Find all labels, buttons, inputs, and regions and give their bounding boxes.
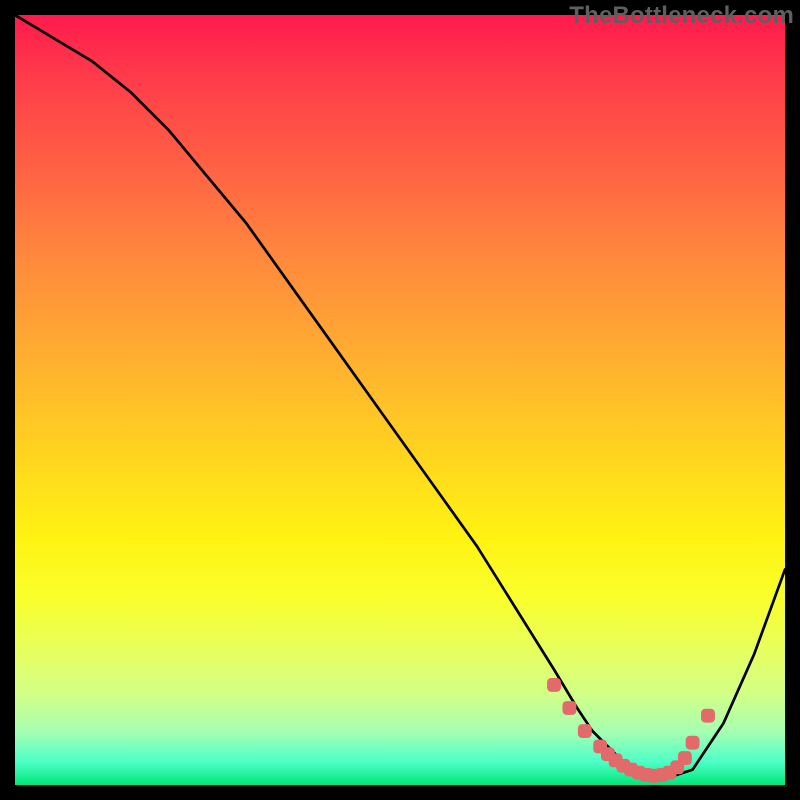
black-curve-line — [15, 15, 785, 777]
chart-frame: TheBottleneck.com — [0, 0, 800, 800]
plot-area — [15, 15, 785, 785]
watermark-label: TheBottleneck.com — [569, 2, 794, 30]
pink-marker-dot — [578, 724, 592, 738]
pink-marker-dot — [547, 678, 561, 692]
pink-trough-markers — [547, 678, 715, 783]
pink-marker-dot — [701, 709, 715, 723]
pink-marker-dot — [678, 751, 692, 765]
pink-marker-dot — [562, 701, 576, 715]
pink-marker-dot — [686, 736, 700, 750]
chart-overlay-svg — [15, 15, 785, 785]
